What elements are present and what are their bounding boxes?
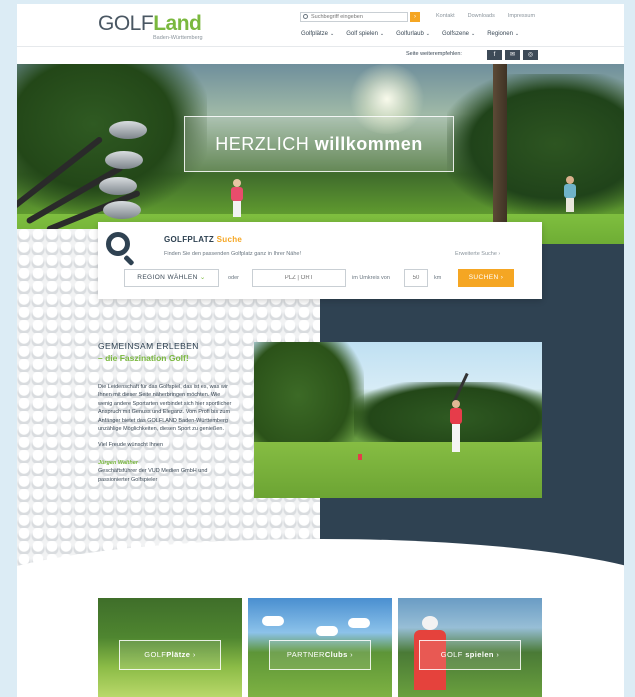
top-links: Kontakt Downloads Impressum [436, 13, 535, 19]
search-card-title: GOLFPLATZ Suche [164, 235, 243, 244]
card-partnerclubs[interactable]: PARTNERClubs › [248, 598, 392, 697]
intro-heading: GEMEINSAM ERLEBEN [98, 341, 199, 351]
search-icon [303, 14, 308, 19]
chevron-down-icon: ⌄ [514, 31, 520, 37]
extended-search-link[interactable]: Erweiterte Suche › [455, 251, 500, 257]
link-kontakt[interactable]: Kontakt [436, 13, 455, 19]
welcome-banner: HERZLICH willkommen [184, 116, 454, 172]
card-partnerclubs-button[interactable]: PARTNERClubs › [269, 640, 371, 670]
logo-wordmark: GOLFLand [98, 12, 202, 35]
share-label: Seite weiterempfehlen: [406, 51, 462, 57]
nav-item-golfurlaub[interactable]: Golfurlaub ⌄ [396, 31, 430, 37]
golfer-photo [254, 342, 542, 498]
whatsapp-share-icon[interactable]: ◎ [523, 50, 538, 60]
region-select[interactable]: REGION WÄHLEN ⌄ [124, 269, 219, 287]
card-golf-spielen-button[interactable]: GOLF spielen › [419, 640, 521, 670]
email-share-icon[interactable]: ✉ [505, 50, 520, 60]
intro-section: GEMEINSAM ERLEBEN – die Faszination Golf… [98, 341, 233, 484]
chevron-down-icon: ⌄ [471, 31, 476, 37]
logo[interactable]: GOLFLand Baden-Württemberg [98, 12, 203, 41]
search-card-subtitle: Finden Sie den passenden Golfplatz ganz … [164, 251, 301, 257]
golfer-child-image [230, 179, 244, 219]
page: GOLFLand Baden-Württemberg › Kontakt Dow… [17, 4, 624, 697]
chevron-down-icon: ⌄ [199, 274, 206, 281]
nav-item-golfplaetze[interactable]: Golfplätze ⌄ [301, 31, 334, 37]
nav-item-golf-spielen[interactable]: Golf spielen ⌄ [346, 31, 384, 37]
author-name: Jürgen Walther [98, 460, 138, 467]
intro-subheading: – die Faszination Golf! [98, 353, 189, 363]
intro-paragraph: Die Leidenschaft für das Golfspiel, das … [98, 384, 232, 433]
zip-city-input[interactable] [252, 269, 346, 287]
teaser-cards: GOLFPlätze › PARTNERClubs › GOLF spielen… [98, 598, 542, 697]
golfer-man-image [564, 176, 576, 214]
card-golf-spielen[interactable]: GOLF spielen › [398, 598, 542, 697]
nav-item-golfszene[interactable]: Golfszene ⌄ [442, 31, 475, 37]
radius-input[interactable] [404, 269, 428, 287]
logo-subtitle: Baden-Württemberg [153, 35, 203, 41]
share-bar: Seite weiterempfehlen: f ✉ ◎ [17, 46, 624, 62]
author-role: Geschäftsführer der VUD Medien GmbH und … [98, 468, 208, 483]
intro-wish: Viel Freude wünscht Ihnen [98, 442, 164, 449]
hero-trees-right [447, 74, 624, 214]
chevron-down-icon: ⌄ [379, 31, 385, 37]
card-golfplaetze[interactable]: GOLFPlätze › [98, 598, 242, 697]
chevron-down-icon: ⌄ [425, 31, 430, 37]
facebook-share-icon[interactable]: f [487, 50, 502, 60]
search-submit-button[interactable]: › [410, 12, 420, 22]
hero-tree-trunk [493, 64, 507, 229]
search-input[interactable] [300, 12, 408, 22]
link-downloads[interactable]: Downloads [468, 13, 495, 19]
chevron-down-icon: ⌄ [330, 31, 335, 37]
or-label: oder [228, 275, 240, 281]
golf-clubs-image [17, 119, 167, 233]
site-header: GOLFLand Baden-Württemberg › Kontakt Dow… [17, 4, 624, 64]
card-golfplaetze-button[interactable]: GOLFPlätze › [119, 640, 221, 670]
link-impressum[interactable]: Impressum [508, 13, 535, 19]
course-search-card: GOLFPLATZ Suche Finden Sie den passenden… [98, 222, 542, 299]
search-button[interactable]: SUCHEN › [458, 269, 514, 287]
main-nav: Golfplätze ⌄ Golf spielen ⌄ Golfurlaub ⌄ Go… [301, 31, 519, 37]
radius-label: im Umkreis von [352, 275, 390, 281]
nav-item-regionen[interactable]: Regionen ⌄ [487, 31, 519, 37]
magnifier-icon [106, 232, 136, 267]
km-label: km [434, 275, 442, 281]
